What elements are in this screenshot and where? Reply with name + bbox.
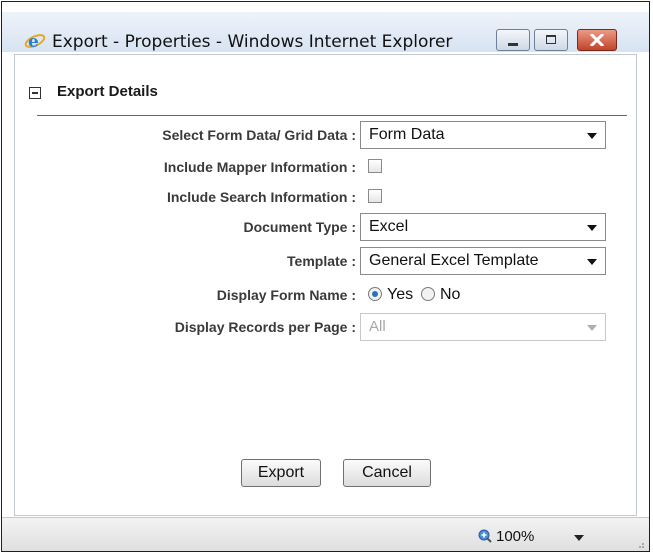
section-title: Export Details <box>57 83 158 100</box>
display-records-dropdown: All <box>360 313 606 341</box>
chevron-down-icon <box>587 259 597 265</box>
maximize-button[interactable] <box>534 29 568 51</box>
document-type-dropdown[interactable]: Excel <box>360 213 606 241</box>
display-form-name-row: Display Form Name : Yes No <box>15 281 636 309</box>
close-icon <box>590 34 604 46</box>
minimize-button[interactable] <box>496 29 530 51</box>
dialog-content: Export Details Select Form Data/ Grid Da… <box>14 54 637 516</box>
zoom-level[interactable]: 100% <box>496 528 534 545</box>
internet-explorer-icon: e <box>24 32 46 51</box>
document-type-label: Document Type : <box>243 219 356 235</box>
zoom-dropdown-icon[interactable] <box>574 535 584 541</box>
select-form-grid-label: Select Form Data/ Grid Data : <box>162 127 356 143</box>
chevron-down-icon <box>587 225 597 231</box>
cancel-button[interactable]: Cancel <box>343 459 431 487</box>
title-bar: e Export - Properties - Windows Internet… <box>2 12 649 52</box>
svg-text:e: e <box>28 32 39 51</box>
section-divider <box>37 115 627 116</box>
template-dropdown[interactable]: General Excel Template <box>360 247 606 275</box>
document-type-value: Excel <box>369 218 409 235</box>
select-form-grid-row: Select Form Data/ Grid Data : Form Data <box>15 121 636 149</box>
include-search-row: Include Search Information : <box>15 183 636 211</box>
include-search-checkbox[interactable] <box>368 189 382 203</box>
template-row: Template : General Excel Template <box>15 247 636 275</box>
collapse-icon[interactable] <box>29 87 41 99</box>
section-header: Export Details <box>15 55 636 115</box>
include-mapper-checkbox[interactable] <box>368 159 382 173</box>
display-form-name-yes-radio[interactable] <box>368 287 382 301</box>
display-form-name-no-label[interactable]: No <box>440 286 460 304</box>
display-form-name-no-radio[interactable] <box>421 287 435 301</box>
display-form-name-label: Display Form Name : <box>216 287 356 303</box>
chevron-down-icon <box>587 133 597 139</box>
document-type-row: Document Type : Excel <box>15 213 636 241</box>
maximize-icon <box>546 35 556 44</box>
zoom-icon <box>478 529 492 543</box>
select-form-grid-value: Form Data <box>369 126 445 143</box>
include-mapper-label: Include Mapper Information : <box>163 159 356 175</box>
template-label: Template : <box>287 253 356 269</box>
template-value: General Excel Template <box>369 252 539 269</box>
select-form-grid-dropdown[interactable]: Form Data <box>360 121 606 149</box>
close-button[interactable] <box>577 29 617 51</box>
minimize-icon <box>508 43 518 46</box>
display-records-row: Display Records per Page : All <box>15 313 636 341</box>
display-form-name-yes-label[interactable]: Yes <box>387 286 413 304</box>
chevron-down-icon <box>587 325 597 331</box>
include-mapper-row: Include Mapper Information : <box>15 153 636 181</box>
resize-grip-icon[interactable] <box>635 539 645 549</box>
window-title: Export - Properties - Windows Internet E… <box>52 32 453 52</box>
display-records-value: All <box>369 318 386 335</box>
status-bar: 100% <box>2 517 649 551</box>
include-search-label: Include Search Information : <box>166 189 356 205</box>
display-records-label: Display Records per Page : <box>174 319 356 335</box>
export-button[interactable]: Export <box>241 459 321 487</box>
browser-window: e Export - Properties - Windows Internet… <box>1 1 650 552</box>
